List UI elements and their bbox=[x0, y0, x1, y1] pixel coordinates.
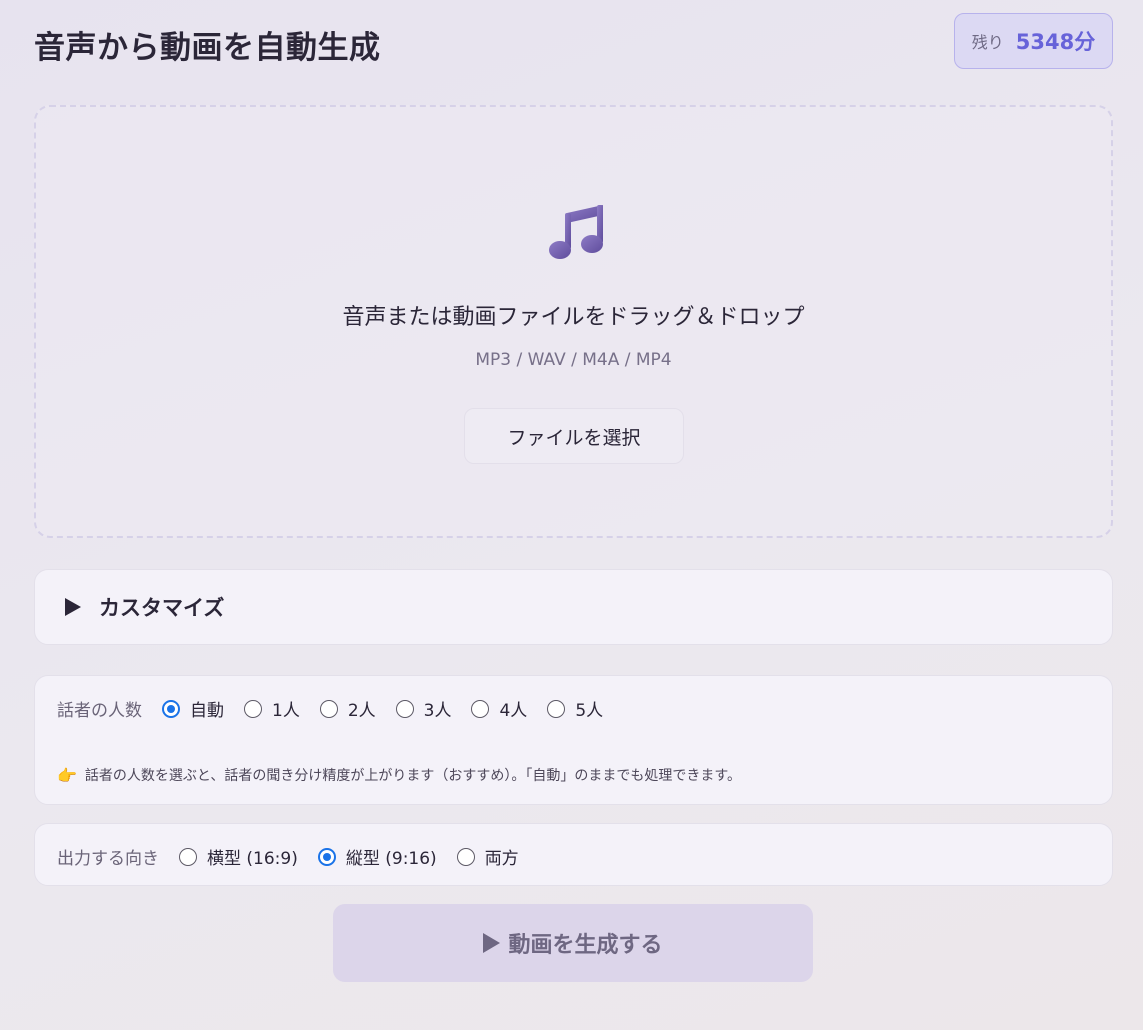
select-file-button[interactable]: ファイルを選択 bbox=[464, 408, 684, 464]
radio-button[interactable] bbox=[244, 699, 262, 718]
orientation-option-both[interactable]: 両方 bbox=[456, 844, 519, 869]
expand-triangle-icon bbox=[65, 598, 81, 616]
dropzone-title: 音声または動画ファイルをドラッグ＆ドロップ bbox=[342, 305, 805, 330]
speaker-option-5[interactable]: 5人 bbox=[547, 696, 603, 721]
speaker-option-1[interactable]: 1人 bbox=[244, 696, 300, 721]
credit-value: 5348分 bbox=[1015, 30, 1096, 54]
speaker-count-card: 話者の人数 自動 1人 2人 3人 4人 5人 👉 話者の人数を選ぶと、話者の聞… bbox=[34, 675, 1113, 805]
orientation-label: 出力する向き bbox=[57, 849, 159, 869]
supported-formats: MP3 / WAV / M4A / MP4 bbox=[475, 350, 672, 370]
generate-video-button[interactable]: 動画を生成する bbox=[333, 904, 813, 982]
file-dropzone[interactable]: 音声または動画ファイルをドラッグ＆ドロップ MP3 / WAV / M4A / … bbox=[34, 105, 1113, 538]
radio-button[interactable] bbox=[319, 699, 338, 718]
speaker-count-row: 話者の人数 自動 1人 2人 3人 4人 5人 bbox=[57, 696, 623, 721]
radio-button[interactable] bbox=[471, 699, 490, 718]
speaker-option-2[interactable]: 2人 bbox=[319, 696, 376, 721]
pointing-hand-icon: 👉 bbox=[57, 765, 77, 785]
speaker-option-3[interactable]: 3人 bbox=[395, 696, 451, 721]
customize-label: カスタマイズ bbox=[99, 596, 225, 620]
orientation-option-portrait[interactable]: 縦型 (9:16) bbox=[317, 844, 437, 869]
radio-button[interactable] bbox=[547, 699, 566, 718]
credit-label: 残り bbox=[971, 33, 1004, 52]
page-title: 音声から動画を自動生成 bbox=[34, 30, 381, 66]
orientation-row: 出力する向き 横型 (16:9) 縦型 (9:16) 両方 bbox=[57, 844, 539, 869]
speaker-count-hint: 👉 話者の人数を選ぶと、話者の聞き分け精度が上がります（おすすめ）。「自動」のま… bbox=[57, 765, 741, 785]
radio-button[interactable] bbox=[317, 847, 336, 866]
customize-toggle[interactable]: カスタマイズ bbox=[34, 569, 1113, 645]
speaker-option-4[interactable]: 4人 bbox=[471, 696, 527, 721]
output-orientation-card: 出力する向き 横型 (16:9) 縦型 (9:16) 両方 bbox=[34, 823, 1113, 886]
radio-button[interactable] bbox=[456, 847, 475, 866]
play-icon bbox=[483, 933, 501, 953]
generate-label: 動画を生成する bbox=[508, 933, 663, 958]
speaker-count-label: 話者の人数 bbox=[57, 701, 142, 721]
remaining-credit-badge: 残り 5348分 bbox=[954, 13, 1113, 69]
radio-button[interactable] bbox=[179, 847, 197, 866]
speaker-option-auto[interactable]: 自動 bbox=[162, 696, 224, 721]
radio-button[interactable] bbox=[162, 699, 180, 718]
radio-button[interactable] bbox=[395, 699, 414, 718]
hint-text: 話者の人数を選ぶと、話者の聞き分け精度が上がります（おすすめ）。「自動」のままで… bbox=[84, 768, 741, 784]
music-note-icon bbox=[549, 205, 603, 259]
orientation-option-landscape[interactable]: 横型 (16:9) bbox=[179, 844, 298, 869]
